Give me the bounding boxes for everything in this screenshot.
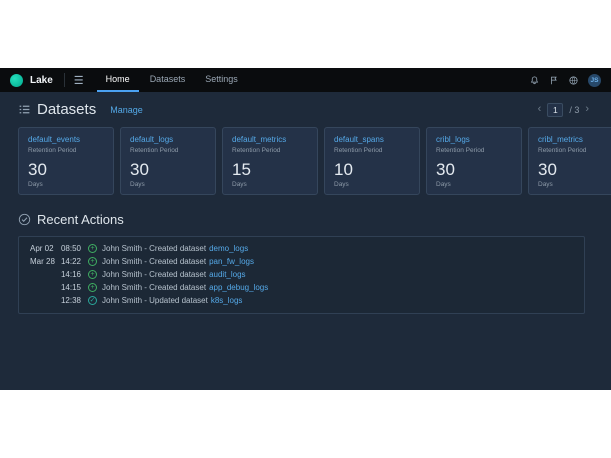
action-time: 08:50: [55, 244, 81, 253]
action-row: Mar 28 14:22 + John Smith - Created data…: [19, 255, 584, 268]
brand-name: Lake: [30, 75, 53, 86]
pagination: ‹ 1 / 3 ›: [538, 103, 589, 117]
action-text: John Smith - Created dataset: [102, 270, 206, 279]
globe-icon[interactable]: [568, 75, 579, 86]
check-circle-icon: [18, 213, 31, 226]
retention-label: Retention Period: [436, 147, 512, 154]
plus-circle-icon: +: [88, 244, 97, 253]
nav-tab-home[interactable]: Home: [97, 68, 139, 92]
action-row: 12:38 ✓ John Smith - Updated dataset k8s…: [19, 294, 584, 307]
dataset-card[interactable]: default_spans Retention Period 10 Days: [324, 127, 420, 195]
dataset-name-link[interactable]: audit_logs: [209, 270, 245, 279]
retention-unit: Days: [334, 181, 410, 188]
chevron-left-icon[interactable]: ‹: [538, 104, 542, 115]
recent-actions-list: Apr 02 08:50 + John Smith - Created data…: [18, 236, 585, 314]
dataset-name-link[interactable]: demo_logs: [209, 244, 248, 253]
chevron-right-icon[interactable]: ›: [585, 104, 589, 115]
main-content: Datasets Manage ‹ 1 / 3 › default_events…: [0, 92, 611, 390]
dataset-card[interactable]: default_metrics Retention Period 15 Days: [222, 127, 318, 195]
list-icon: [18, 103, 31, 116]
topbar-right: JS: [529, 74, 601, 87]
user-avatar[interactable]: JS: [588, 74, 601, 87]
dataset-card[interactable]: cribl_logs Retention Period 30 Days: [426, 127, 522, 195]
action-text: John Smith - Created dataset: [102, 283, 206, 292]
dataset-cards: default_events Retention Period 30 Days …: [18, 127, 611, 195]
retention-label: Retention Period: [130, 147, 206, 154]
flag-icon[interactable]: [549, 75, 559, 86]
action-row: Apr 02 08:50 + John Smith - Created data…: [19, 242, 584, 255]
dataset-card[interactable]: default_events Retention Period 30 Days: [18, 127, 114, 195]
cribl-logo-icon: [10, 74, 23, 87]
retention-value: 30: [130, 161, 206, 178]
dataset-name-link[interactable]: cribl_metrics: [538, 135, 611, 144]
page-number-input[interactable]: 1: [547, 103, 563, 117]
plus-circle-icon: +: [88, 257, 97, 266]
action-time: 14:16: [55, 270, 81, 279]
dataset-name-link[interactable]: cribl_logs: [436, 135, 512, 144]
check-circle-icon: ✓: [88, 296, 97, 305]
retention-unit: Days: [130, 181, 206, 188]
retention-label: Retention Period: [538, 147, 611, 154]
datasets-header: Datasets Manage ‹ 1 / 3 ›: [18, 101, 611, 118]
app-window: Lake ☰ Home Datasets Settings JS: [0, 68, 611, 390]
action-row: 14:15 + John Smith - Created dataset app…: [19, 281, 584, 294]
dataset-name-link[interactable]: default_spans: [334, 135, 410, 144]
action-time: 14:22: [55, 257, 81, 266]
action-text: John Smith - Updated dataset: [102, 296, 208, 305]
retention-unit: Days: [28, 181, 104, 188]
hamburger-menu-icon[interactable]: ☰: [74, 74, 84, 87]
retention-value: 30: [28, 161, 104, 178]
dataset-name-link[interactable]: pan_fw_logs: [209, 257, 254, 266]
main-nav: Home Datasets Settings: [97, 68, 247, 92]
nav-tab-settings[interactable]: Settings: [196, 68, 247, 92]
plus-circle-icon: +: [88, 270, 97, 279]
retention-label: Retention Period: [334, 147, 410, 154]
retention-value: 15: [232, 161, 308, 178]
action-date: Mar 28: [19, 257, 55, 266]
retention-value: 30: [436, 161, 512, 178]
retention-value: 10: [334, 161, 410, 178]
nav-tab-datasets[interactable]: Datasets: [141, 68, 195, 92]
dataset-card[interactable]: cribl_metrics Retention Period 30 Days: [528, 127, 611, 195]
plus-circle-icon: +: [88, 283, 97, 292]
action-time: 14:15: [55, 283, 81, 292]
manage-link[interactable]: Manage: [110, 105, 143, 115]
bell-icon[interactable]: [529, 75, 540, 86]
retention-unit: Days: [538, 181, 611, 188]
topbar: Lake ☰ Home Datasets Settings JS: [0, 68, 611, 92]
topbar-divider: [64, 73, 65, 87]
action-text: John Smith - Created dataset: [102, 244, 206, 253]
retention-value: 30: [538, 161, 611, 178]
dataset-name-link[interactable]: app_debug_logs: [209, 283, 268, 292]
action-date: Apr 02: [19, 244, 55, 253]
dataset-name-link[interactable]: k8s_logs: [211, 296, 243, 305]
page-title: Datasets: [37, 101, 96, 118]
retention-label: Retention Period: [232, 147, 308, 154]
recent-actions-header: Recent Actions: [18, 212, 611, 227]
dataset-card[interactable]: default_logs Retention Period 30 Days: [120, 127, 216, 195]
retention-unit: Days: [436, 181, 512, 188]
recent-actions-title: Recent Actions: [37, 212, 124, 227]
dataset-name-link[interactable]: default_logs: [130, 135, 206, 144]
page-total: / 3: [569, 105, 579, 115]
action-text: John Smith - Created dataset: [102, 257, 206, 266]
retention-label: Retention Period: [28, 147, 104, 154]
action-time: 12:38: [55, 296, 81, 305]
dataset-name-link[interactable]: default_metrics: [232, 135, 308, 144]
action-row: 14:16 + John Smith - Created dataset aud…: [19, 268, 584, 281]
retention-unit: Days: [232, 181, 308, 188]
dataset-name-link[interactable]: default_events: [28, 135, 104, 144]
